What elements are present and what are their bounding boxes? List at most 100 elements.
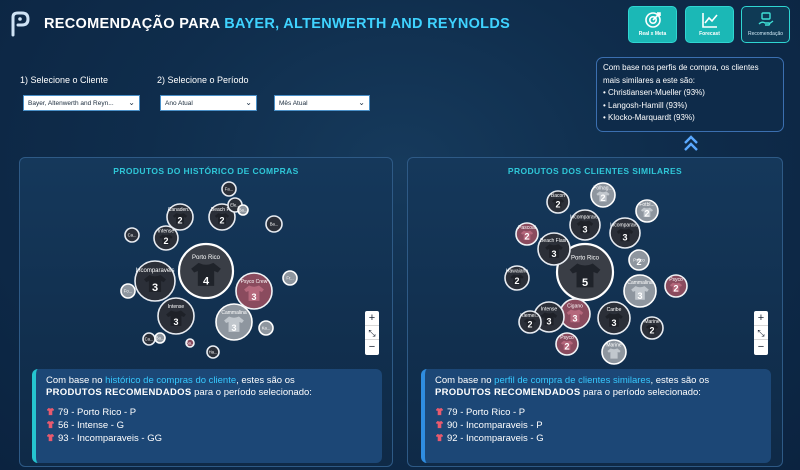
product-bubble[interactable]: Ha...: [206, 345, 220, 359]
nav-recomendacao-button[interactable]: Recomendação: [741, 6, 790, 43]
bubble-label: Psyco Crew: [241, 279, 268, 285]
bubble-label: Ba...: [239, 208, 248, 213]
product-bubble[interactable]: Klemei...2: [518, 310, 542, 334]
product-bubble[interactable]: Fr...: [282, 270, 298, 286]
shirt-icon: [46, 433, 55, 442]
product-bubble[interactable]: Porto Rico 4: [177, 242, 235, 300]
bubble-label: Marine: [644, 319, 660, 325]
product-bubble[interactable]: Ca...: [142, 332, 156, 346]
nav-real-x-meta-button[interactable]: Real x Meta: [628, 6, 677, 43]
bubble-label: Fa...: [225, 187, 233, 192]
history-bubble-chart: Porto Rico4Incomparaveis3Intense3 Cammali…: [120, 181, 298, 359]
nav-label: Forecast: [699, 31, 720, 37]
rec-intro-prefix: Com base no: [435, 375, 495, 386]
product-bubble[interactable]: Caribe 3: [597, 301, 631, 335]
product-bubble[interactable]: Fa...: [221, 181, 237, 197]
product-bubble[interactable]: Fo...: [120, 283, 136, 299]
product-bubble[interactable]: Incomparaveis 3: [134, 260, 176, 302]
zoom-reset-button[interactable]: ⤡: [754, 326, 768, 341]
product-bubble[interactable]: Hawaiana2: [504, 265, 530, 291]
product-bubble[interactable]: Psyco Crew 3: [235, 272, 273, 310]
line-chart-icon: [701, 13, 718, 28]
product-bubble[interactable]: Canaden... 2: [166, 203, 194, 231]
product-bubble[interactable]: Pascoal2: [515, 222, 539, 246]
product-bubble[interactable]: Marine: [601, 339, 627, 365]
product-bubble[interactable]: Ba...: [154, 332, 166, 344]
client-select[interactable]: Bayer, Altenwerth and Reyn... ⌄: [23, 95, 140, 111]
product-bubble[interactable]: Intense 3: [157, 297, 195, 335]
chevron-down-icon: ⌄: [358, 98, 365, 107]
bubble-label: Bacon: [551, 193, 565, 199]
bubble-label: Intense: [158, 229, 175, 235]
product-bubble[interactable]: Cammalina 3: [623, 274, 657, 308]
bubble-label: Cigano: [567, 303, 583, 309]
bubble-label: Ba...: [186, 341, 195, 346]
zoom-controls: + ⤡ −: [754, 311, 768, 355]
product-bubble[interactable]: Incomparav... 3: [609, 217, 641, 249]
product-bubble[interactable]: Bacon2: [546, 190, 570, 214]
bubble-count: 2: [524, 232, 529, 242]
bubble-label: Porto Rico: [571, 255, 600, 261]
bubble-label: Intense: [541, 306, 558, 312]
product-bubble[interactable]: Beach Flash 3: [537, 232, 571, 266]
bubble-count: 4: [203, 276, 210, 288]
product-bubble[interactable]: Ba...: [237, 204, 249, 216]
shirt-icon: [435, 420, 444, 429]
list-item: 79 - Porto Rico - P: [46, 407, 372, 420]
product-bubble[interactable]: Ca...: [124, 227, 140, 243]
bubble-label: Cammalina: [627, 280, 653, 286]
rec-line2-rest: para o período selecionado:: [191, 387, 312, 398]
list-item: 93 - Incomparaveis - GG: [46, 433, 372, 446]
rec-line2: PRODUTOS RECOMENDADOS para o período sel…: [435, 387, 761, 399]
bubble-count: 2: [555, 200, 560, 210]
chevron-down-icon: ⌄: [245, 98, 252, 107]
product-bubble[interactable]: Incomparav... 3: [569, 209, 601, 241]
bubble-count: 2: [564, 342, 569, 352]
bubble-count: 3: [572, 314, 577, 324]
product-bubble[interactable]: Ka...: [258, 320, 274, 336]
bubble-count: 2: [219, 216, 224, 226]
top-bar: RECOMENDAÇÃO PARA BAYER, ALTENWERTH AND …: [0, 0, 800, 50]
bubble-count: 3: [637, 291, 642, 301]
target-icon: [644, 12, 661, 28]
product-bubble[interactable]: Cammalina 3: [215, 303, 253, 341]
zoom-out-button[interactable]: −: [365, 340, 379, 355]
product-bubble[interactable]: Ba...: [265, 215, 283, 233]
product-bubble[interactable]: Psyco2: [664, 274, 688, 298]
bubble-count: 2: [636, 257, 641, 267]
product-bubble[interactable]: Psyco2: [555, 332, 579, 356]
recommended-products-list: 79 - Porto Rico - P 56 - Intense - G 93 …: [46, 407, 372, 446]
product-bubble[interactable]: Folhag...2: [590, 182, 616, 208]
bubble-label: Canaden...: [168, 207, 192, 213]
bubble-label: Incomparav...: [570, 214, 600, 220]
zoom-reset-button[interactable]: ⤡: [365, 326, 379, 341]
zoom-out-button[interactable]: −: [754, 340, 768, 355]
bubble-label: Folhag...: [593, 186, 612, 192]
zoom-in-button[interactable]: +: [754, 311, 768, 326]
bubble-label: Fo...: [124, 289, 132, 294]
bubble-label: Psyco: [560, 335, 574, 341]
nav-forecast-button[interactable]: Forecast: [685, 6, 734, 43]
history-recommendation-box: Com base no histórico de compras do clie…: [32, 369, 382, 463]
product-bubble[interactable]: Psyco2: [628, 249, 650, 271]
month-select[interactable]: Mês Atual ⌄: [274, 95, 370, 111]
list-item: 79 - Porto Rico - P: [435, 407, 761, 420]
recommended-product: 56 - Intense - G: [58, 420, 125, 431]
nav-label: Recomendação: [747, 31, 784, 37]
similar-client-item: Christiansen-Mueller (93%): [603, 87, 777, 100]
bubble-label: Ha...: [209, 350, 218, 355]
bubble-count: 3: [582, 225, 587, 235]
product-bubble[interactable]: Marine2: [640, 316, 664, 340]
zoom-in-button[interactable]: +: [365, 311, 379, 326]
year-select[interactable]: Ano Atual ⌄: [160, 95, 257, 111]
product-bubble[interactable]: Ba...: [185, 338, 195, 348]
bubble-label: Ca...: [128, 233, 137, 238]
rec-intro-highlight: histórico de compras do cliente: [105, 375, 237, 386]
bubble-label: Psyco: [669, 277, 683, 283]
similar-clients-intro: Com base nos perfis de compra, os client…: [603, 63, 759, 85]
rec-intro: Com base no perfil de compra de clientes…: [435, 375, 761, 387]
product-bubble[interactable]: Fotbl...2: [635, 199, 659, 223]
bubble-label: Ca...: [145, 337, 154, 342]
bubble-label: Incomparaveis: [135, 268, 174, 274]
shirt-icon: [435, 433, 444, 442]
